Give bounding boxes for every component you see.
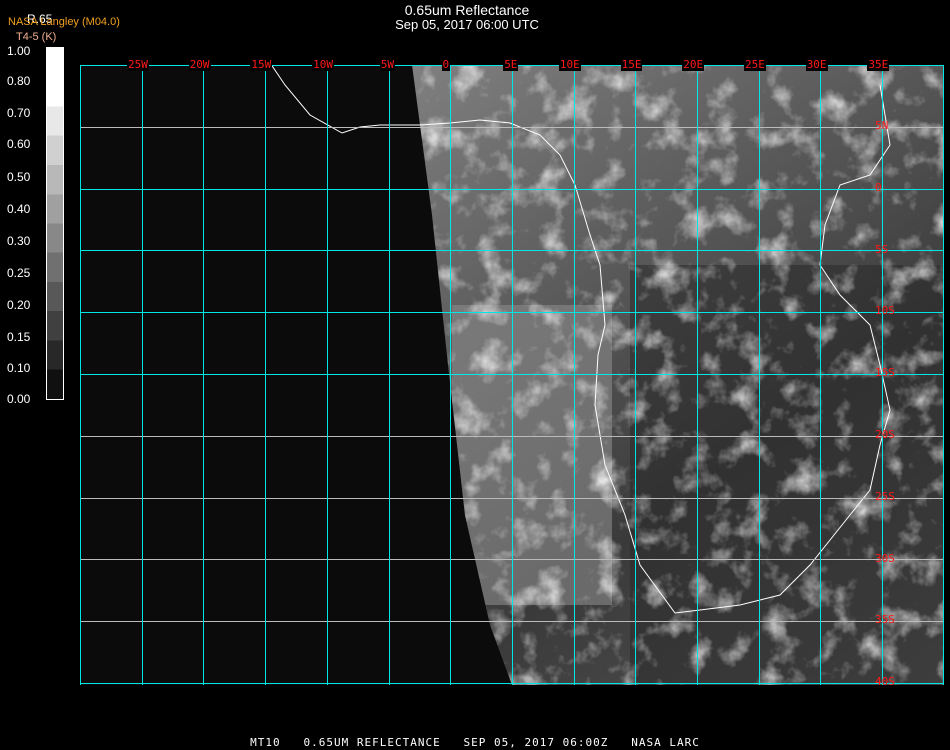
latitude-label: 10S	[875, 304, 895, 318]
latitude-label: 15S	[875, 366, 895, 380]
colorbar-tick-label: 0.15	[7, 330, 31, 344]
colorbar-tick-label: 0.20	[7, 298, 31, 312]
longitude-label: 25W	[127, 58, 149, 71]
longitude-label: 35E	[867, 58, 890, 71]
longitude-label: 0	[441, 58, 451, 71]
colorbar-tick-label: 0.60	[7, 137, 31, 151]
satellite-map[interactable]	[80, 65, 944, 685]
map-datetime: Sep 05, 2017 06:00 UTC	[395, 17, 539, 32]
footer-caption: MT10 0.65UM REFLECTANCE SEP 05, 2017 06:…	[250, 736, 700, 749]
latitude-label: 40S	[875, 675, 895, 689]
longitude-label: 5E	[503, 58, 519, 71]
latitude-label: 5S	[875, 242, 889, 256]
colorbar-tick-label: 0.80	[7, 74, 31, 88]
colorbar-tick-label: 0.40	[7, 202, 31, 216]
longitude-label: 20W	[188, 58, 211, 71]
alt-band-label: T4-5 (K)	[16, 31, 57, 43]
latitude-label: 35S	[875, 613, 895, 627]
latitude-label: 20S	[875, 428, 895, 441]
longitude-label: 15W	[250, 58, 273, 71]
longitude-label: 25E	[744, 58, 766, 71]
colorbar-tick-label: 0.10	[7, 361, 31, 375]
longitude-label: 30E	[805, 58, 828, 71]
colorbar	[46, 47, 64, 400]
colorbar-tick-label: 1.00	[7, 44, 31, 58]
map-title: 0.65um Reflectance	[404, 2, 530, 18]
colorbar-tick-label: 0.25	[7, 266, 31, 280]
colorbar-tick-label: 0.70	[7, 106, 31, 120]
colorbar-tick-label: 0.00	[7, 392, 31, 406]
longitude-label: 20E	[682, 58, 705, 71]
colorbar-tick-label: 0.50	[7, 170, 31, 184]
longitude-label: 15E	[620, 58, 643, 71]
latitude-label: 25S	[875, 489, 895, 503]
latitude-label: 5N	[875, 119, 889, 132]
longitude-label: 10E	[558, 58, 581, 71]
longitude-label: 10W	[312, 58, 334, 71]
latitude-label: 30S	[875, 551, 895, 565]
source-label: NASA Langley (M04.0)	[8, 16, 120, 28]
latitude-label: 0	[875, 180, 882, 194]
longitude-label: 5W	[379, 58, 396, 71]
colorbar-tick-label: 0.30	[7, 234, 31, 248]
